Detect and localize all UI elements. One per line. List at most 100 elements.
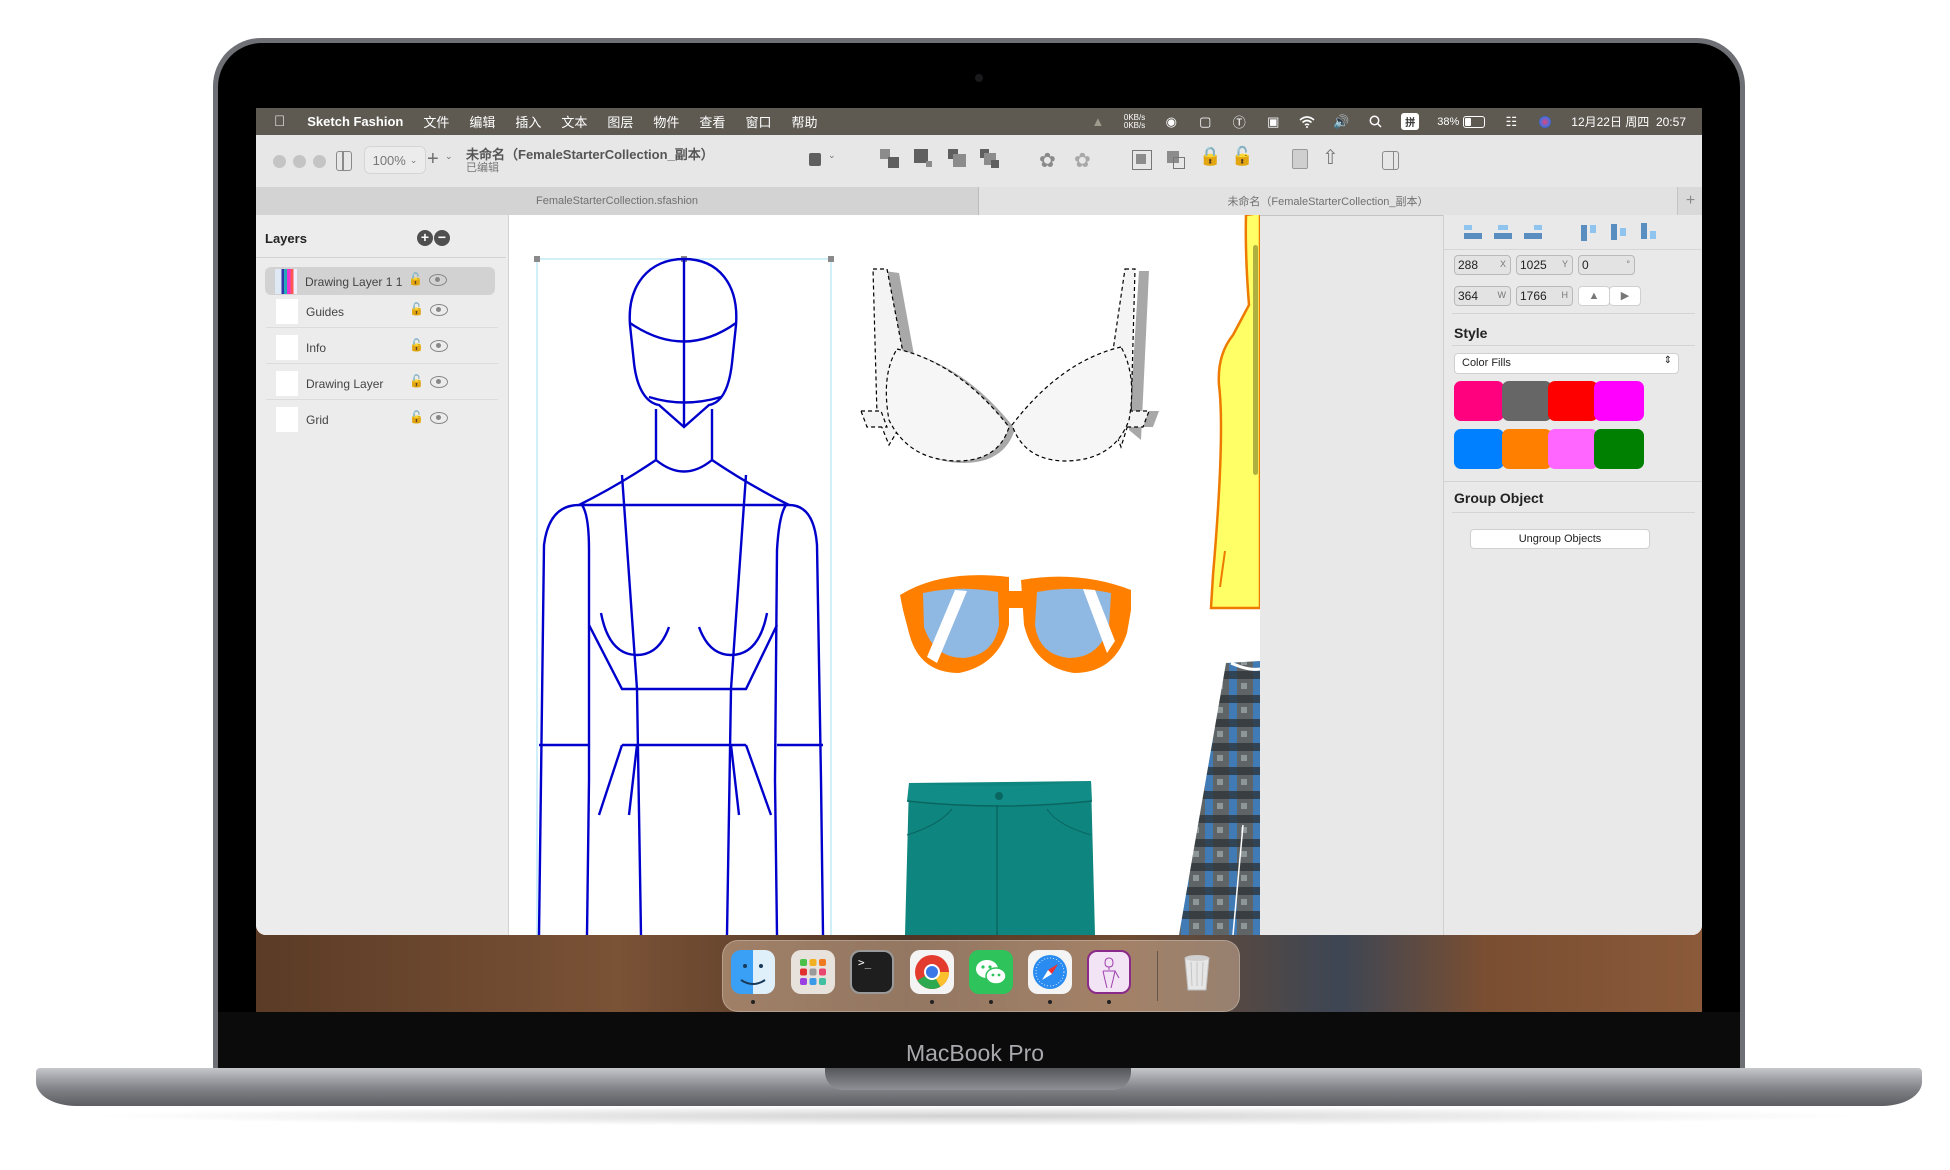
- menu-help[interactable]: 帮助: [791, 112, 817, 131]
- menu-insert[interactable]: 插入: [515, 112, 541, 131]
- zoom-window-button[interactable]: [313, 155, 326, 168]
- drawing-canvas[interactable]: [509, 215, 1260, 935]
- selection-handle[interactable]: [828, 256, 834, 262]
- fit-selection-icon[interactable]: [1132, 150, 1152, 170]
- frame-chevron-icon[interactable]: ⌄: [828, 150, 836, 161]
- menu-file[interactable]: 文件: [423, 112, 449, 131]
- color-swatch[interactable]: [1454, 381, 1504, 421]
- layer-row[interactable]: Drawing Layer 🔓: [266, 369, 498, 400]
- clock[interactable]: 12月22日 周四 20:57: [1571, 113, 1686, 130]
- layer-lock-icon[interactable]: 🔓: [408, 272, 423, 286]
- croquis-figure[interactable]: [537, 257, 825, 935]
- send-backward-icon[interactable]: [948, 149, 968, 169]
- insert-plus-icon[interactable]: +: [427, 148, 439, 171]
- dock-terminal-icon[interactable]: >_: [850, 950, 894, 994]
- align-left-icon[interactable]: [1462, 223, 1484, 241]
- fill-mode-select[interactable]: Color Fills ⇕: [1454, 353, 1679, 374]
- group-flower-icon[interactable]: ✿: [1039, 148, 1056, 173]
- menu-app-name[interactable]: Sketch Fashion: [307, 114, 403, 129]
- align-right-icon[interactable]: [1522, 223, 1544, 241]
- zoom-level-select[interactable]: 100% ⌄: [364, 146, 426, 174]
- lock-icon[interactable]: 🔒: [1199, 146, 1221, 167]
- insert-chevron-icon[interactable]: ⌄: [445, 151, 453, 162]
- color-swatch[interactable]: [1594, 381, 1644, 421]
- network-speed[interactable]: 0KB/s 0KB/s: [1124, 113, 1145, 130]
- volume-icon[interactable]: 🔊: [1333, 114, 1349, 129]
- sunglasses-accessory[interactable]: [900, 575, 1131, 673]
- dock-finder-icon[interactable]: [731, 950, 775, 994]
- layer-visibility-eye-icon[interactable]: [430, 376, 448, 388]
- u-badge-icon[interactable]: Ⓣ: [1231, 115, 1247, 130]
- inspector-toggle-icon[interactable]: [1382, 151, 1399, 170]
- color-swatch[interactable]: [1548, 381, 1598, 421]
- layer-visibility-eye-icon[interactable]: [430, 412, 448, 424]
- send-to-back-icon[interactable]: [980, 149, 1002, 171]
- width-field[interactable]: 364 W: [1454, 286, 1511, 306]
- remove-layer-button[interactable]: −: [434, 230, 450, 246]
- new-tab-button[interactable]: +: [1677, 187, 1702, 215]
- rotation-field[interactable]: 0 °: [1578, 255, 1635, 275]
- layer-lock-icon[interactable]: 🔓: [409, 302, 424, 316]
- dock-safari-icon[interactable]: [1028, 950, 1072, 994]
- search-icon[interactable]: [1367, 115, 1383, 129]
- tab-document-copy[interactable]: 未命名（FemaleStarterCollection_副本）: [979, 187, 1677, 215]
- menu-edit[interactable]: 编辑: [469, 112, 495, 131]
- align-middle-icon[interactable]: [1608, 223, 1630, 241]
- ungroup-flower-icon[interactable]: ✿: [1074, 148, 1091, 173]
- height-field[interactable]: 1766 H: [1516, 286, 1573, 306]
- battery-status[interactable]: 38%: [1437, 115, 1486, 128]
- dock-sketch-fashion-icon[interactable]: [1087, 950, 1131, 994]
- layer-visibility-eye-icon[interactable]: [430, 304, 448, 316]
- layer-row[interactable]: Info 🔓: [266, 333, 498, 364]
- layer-lock-icon[interactable]: 🔓: [409, 338, 424, 352]
- layer-row[interactable]: Drawing Layer 1 1 🔓: [265, 267, 495, 295]
- color-swatch[interactable]: [1548, 429, 1598, 469]
- layer-row[interactable]: Grid 🔓: [266, 405, 498, 435]
- photo-icon[interactable]: ▣: [1265, 114, 1281, 129]
- tab-document-original[interactable]: FemaleStarterCollection.sfashion: [256, 187, 979, 215]
- color-swatch[interactable]: [1502, 381, 1552, 421]
- wechat-icon[interactable]: ◉: [1163, 114, 1179, 129]
- export-document-icon[interactable]: [1292, 149, 1308, 169]
- frame-tool-icon[interactable]: [808, 151, 823, 168]
- align-bottom-icon[interactable]: [1638, 223, 1660, 241]
- control-center-icon[interactable]: ☷: [1503, 114, 1519, 129]
- yellow-top-garment[interactable]: [1209, 215, 1260, 610]
- align-top-icon[interactable]: [1578, 223, 1600, 241]
- layer-row[interactable]: Guides 🔓: [266, 297, 498, 328]
- input-method-indicator[interactable]: 拼: [1401, 113, 1420, 130]
- close-button[interactable]: [273, 155, 286, 168]
- menu-text[interactable]: 文本: [561, 112, 587, 131]
- color-swatch[interactable]: [1594, 429, 1644, 469]
- wifi-icon[interactable]: [1299, 115, 1315, 129]
- dock-trash-icon[interactable]: [1175, 950, 1219, 994]
- minimize-button[interactable]: [293, 155, 306, 168]
- bring-forward-icon[interactable]: [880, 149, 900, 169]
- menu-object[interactable]: 物件: [653, 112, 679, 131]
- selection-handle[interactable]: [534, 256, 540, 262]
- bring-to-front-icon[interactable]: [914, 149, 934, 169]
- screen-share-icon[interactable]: ▢: [1197, 114, 1213, 129]
- align-center-icon[interactable]: [1492, 223, 1514, 241]
- layer-lock-icon[interactable]: 🔓: [409, 410, 424, 424]
- apple-logo-icon[interactable]: : [274, 113, 285, 130]
- add-layer-button[interactable]: +: [417, 230, 433, 246]
- layer-visibility-eye-icon[interactable]: [430, 340, 448, 352]
- color-swatch[interactable]: [1454, 429, 1504, 469]
- dock-launchpad-icon[interactable]: [791, 950, 835, 994]
- sidebar-toggle-icon[interactable]: [336, 151, 352, 171]
- flip-vertical-button[interactable]: ▶: [1609, 286, 1641, 306]
- activity-monitor-icon[interactable]: ▲: [1090, 114, 1106, 129]
- siri-icon[interactable]: [1537, 115, 1553, 129]
- x-position-field[interactable]: 288 X: [1454, 255, 1511, 275]
- layer-visibility-eye-icon[interactable]: [429, 274, 447, 286]
- plaid-skirt-garment[interactable]: [1179, 661, 1260, 935]
- flip-horizontal-button[interactable]: ▲: [1578, 286, 1610, 306]
- y-position-field[interactable]: 1025 Y: [1516, 255, 1573, 275]
- shorts-garment[interactable]: [905, 781, 1095, 935]
- dock-wechat-icon[interactable]: [969, 950, 1013, 994]
- share-icon[interactable]: ⇧: [1322, 145, 1339, 170]
- resize-icon[interactable]: [1165, 149, 1185, 169]
- bra-garment[interactable]: [860, 268, 1159, 463]
- color-swatch[interactable]: [1502, 429, 1552, 469]
